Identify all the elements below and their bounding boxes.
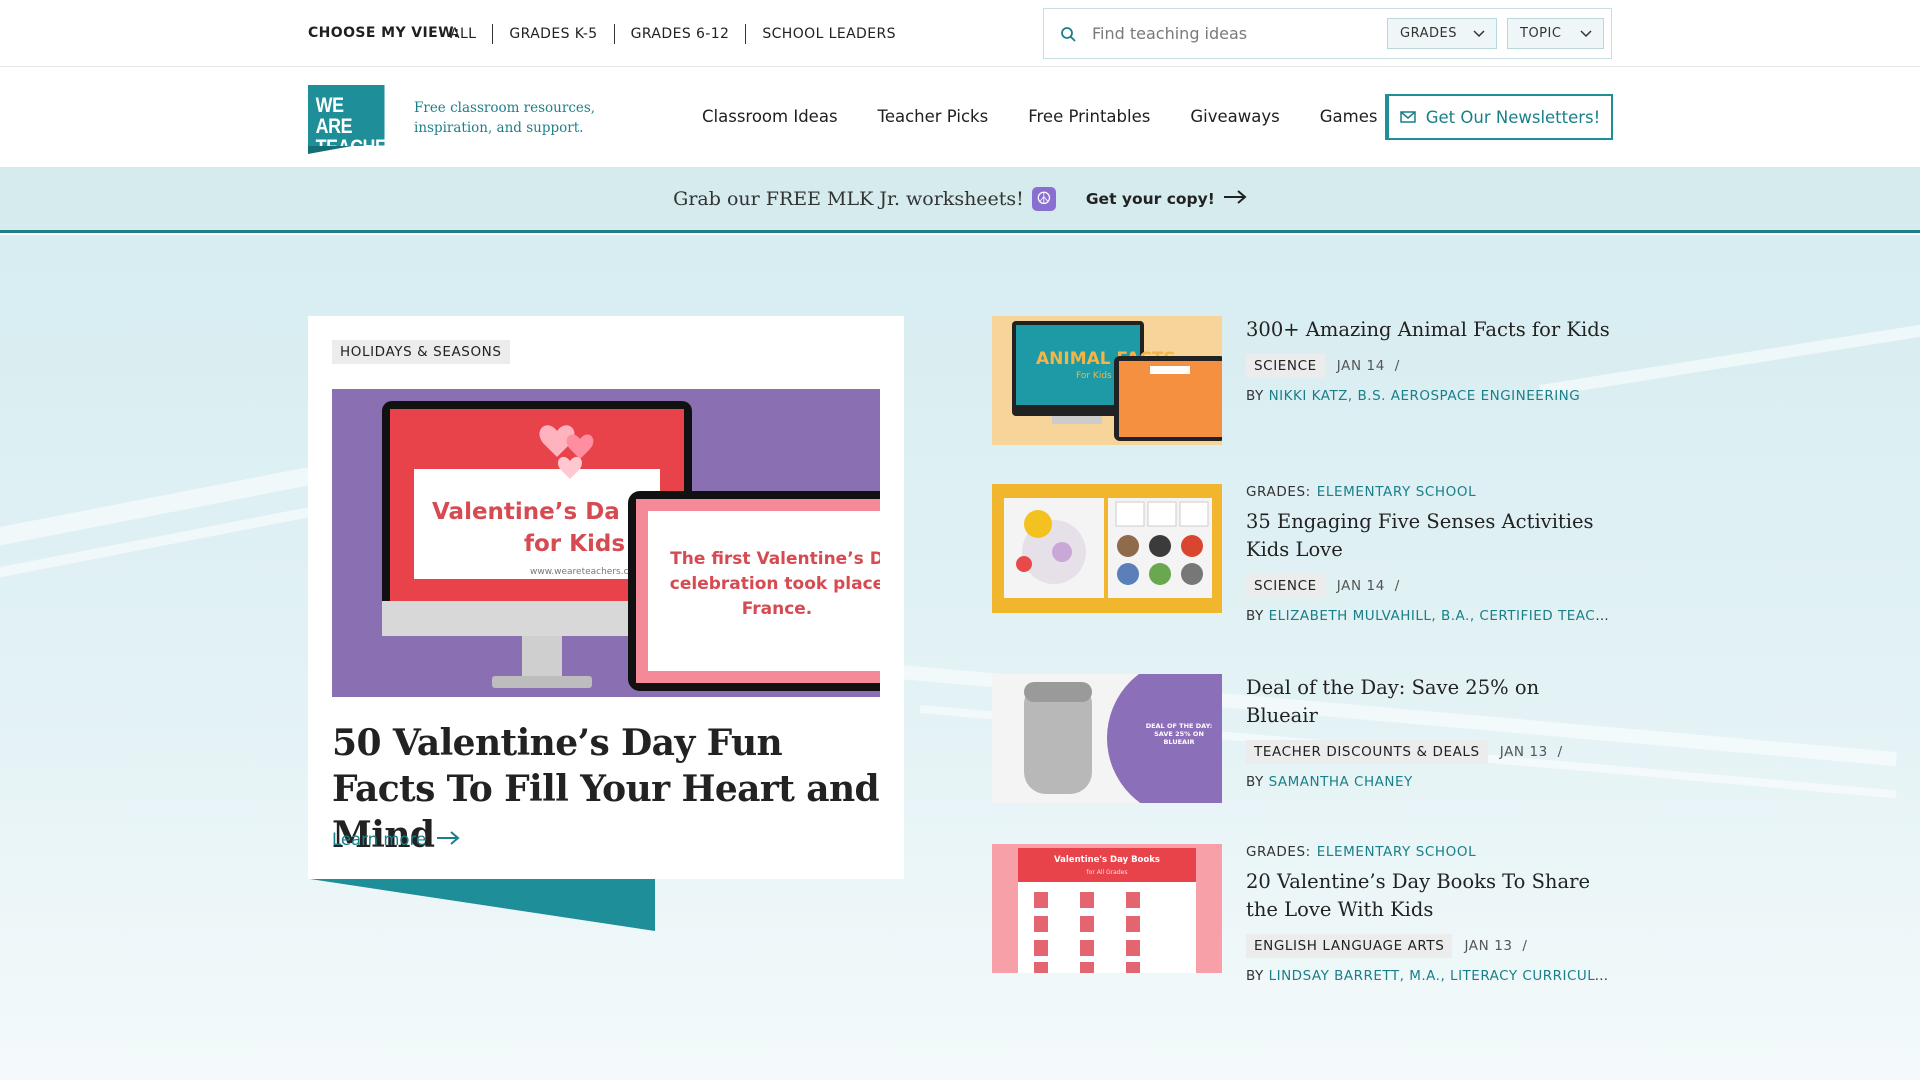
article-date: JAN 14 / <box>1336 578 1400 594</box>
author-link[interactable]: SAMANTHA CHANEY <box>1269 774 1413 790</box>
article-category-tag[interactable]: ENGLISH LANGUAGE ARTS <box>1246 934 1453 958</box>
article-category-tag[interactable]: SCIENCE <box>1246 354 1325 378</box>
logo-line-1: WE ARE <box>315 94 353 138</box>
author-link[interactable]: NIKKI KATZ, B.S. AEROSPACE ENGINEERING <box>1269 388 1581 404</box>
article-meta: SCIENCE JAN 14 / <box>1246 574 1614 598</box>
grade-link[interactable]: ELEMENTARY SCHOOL <box>1317 484 1476 500</box>
grade-link[interactable]: ELEMENTARY SCHOOL <box>1317 844 1476 860</box>
monitor-text-2: for Kids <box>524 531 625 557</box>
view-grades-k5-link[interactable]: GRADES K-5 <box>492 24 613 44</box>
logo-ribbon <box>308 146 352 154</box>
article-category-tag[interactable]: TEACHER DISCOUNTS & DEALS <box>1246 740 1488 764</box>
view-grades-6-12-link[interactable]: GRADES 6-12 <box>613 24 746 44</box>
author-link[interactable]: ELIZABETH MULVAHILL, B.A., CERTIFIED TEA… <box>1269 608 1614 624</box>
article-body: 300+ Amazing Animal Facts for Kids SCIEN… <box>1246 316 1614 404</box>
search-input[interactable] <box>1092 24 1412 43</box>
tablet-text: The first Valentine’s D celebration took… <box>669 549 880 619</box>
chevron-down-icon <box>1579 27 1593 45</box>
article-author: BY LINDSAY BARRETT, M.A., LITERACY CURRI… <box>1246 968 1614 984</box>
view-switcher: ALL GRADES K-5 GRADES 6-12 SCHOOL LEADER… <box>450 22 912 46</box>
content-area: HOLIDAYS & SEASONS Valentine’s Da for Ki… <box>0 235 1920 1080</box>
article-thumbnail[interactable]: DEAL OF THE DAY: SAVE 25% ON BLUEAIR <box>992 674 1222 803</box>
view-all-link[interactable]: ALL <box>450 24 492 44</box>
nav-free-printables[interactable]: Free Printables <box>1028 107 1150 126</box>
promo-text: Grab our FREE MLK Jr. worksheets! <box>673 188 1024 210</box>
newsletter-button[interactable]: Get Our Newsletters! <box>1385 94 1613 140</box>
utility-bar: CHOOSE MY VIEW: ALL GRADES K-5 GRADES 6-… <box>0 0 1920 67</box>
site-logo[interactable]: WE ARE TEACHERS <box>308 85 411 158</box>
nav-teacher-picks[interactable]: Teacher Picks <box>878 107 989 126</box>
promo-cta-label: Get your copy! <box>1085 190 1215 208</box>
topic-filter-label: TOPIC <box>1520 26 1562 41</box>
article-date: JAN 14 / <box>1336 358 1400 374</box>
thumb-subtitle: For Kids <box>1076 371 1112 381</box>
article-meta: SCIENCE JAN 14 / <box>1246 354 1614 378</box>
peace-icon: ☮ <box>1031 187 1056 211</box>
search-box: GRADES TOPIC <box>1043 8 1612 59</box>
monitor-url: www.weareteachers.com <box>530 567 643 577</box>
chevron-down-icon <box>1472 27 1486 45</box>
arrow-right-icon <box>436 830 460 849</box>
promo-cta-link[interactable]: Get your copy! <box>1086 190 1247 208</box>
valentines-illustration: Valentine’s Da for Kids www.weareteacher… <box>332 389 880 697</box>
article-meta: TEACHER DISCOUNTS & DEALS JAN 13 / <box>1246 740 1614 764</box>
article-title[interactable]: 35 Engaging Five Senses Activities Kids … <box>1246 508 1614 564</box>
article-thumbnail[interactable]: Valentine's Day Books for All Grades <box>992 844 1222 973</box>
nav-classroom-ideas[interactable]: Classroom Ideas <box>702 107 838 126</box>
article-meta: ENGLISH LANGUAGE ARTS JAN 13 / <box>1246 934 1614 958</box>
article-author: BY ELIZABETH MULVAHILL, B.A., CERTIFIED … <box>1246 608 1614 624</box>
promo-banner: Grab our FREE MLK Jr. worksheets! ☮ Get … <box>0 168 1920 233</box>
article-title[interactable]: 300+ Amazing Animal Facts for Kids <box>1246 316 1614 344</box>
article-grades: GRADES: ELEMENTARY SCHOOL <box>1246 844 1477 860</box>
feature-card-ribbon <box>310 879 655 931</box>
article-category-tag[interactable]: SCIENCE <box>1246 574 1325 598</box>
article-title[interactable]: Deal of the Day: Save 25% on Blueair <box>1246 674 1614 730</box>
topic-filter-dropdown[interactable]: TOPIC <box>1507 18 1604 49</box>
thumb-subtitle: for All Grades <box>1087 869 1128 876</box>
nav-games[interactable]: Games <box>1320 107 1378 126</box>
article-grades: GRADES: ELEMENTARY SCHOOL <box>1246 484 1477 500</box>
article-thumbnail[interactable] <box>992 484 1222 613</box>
envelope-icon <box>1399 108 1416 127</box>
featured-article-card[interactable]: HOLIDAYS & SEASONS Valentine’s Da for Ki… <box>308 316 904 879</box>
article-author: BY NIKKI KATZ, B.S. AEROSPACE ENGINEERIN… <box>1246 388 1581 404</box>
article-thumbnail[interactable]: ANIMAL FACTS For Kids <box>992 316 1222 445</box>
main-nav: Classroom Ideas Teacher Picks Free Print… <box>702 107 1377 126</box>
newsletter-label: Get Our Newsletters! <box>1425 107 1601 127</box>
thumb-deal-text: DEAL OF THE DAY: SAVE 25% ON BLUEAIR <box>1145 722 1213 746</box>
grades-filter-dropdown[interactable]: GRADES <box>1387 18 1497 49</box>
choose-view-label: CHOOSE MY VIEW: <box>308 25 460 41</box>
article-author: BY SAMANTHA CHANEY <box>1246 774 1413 790</box>
grades-filter-label: GRADES <box>1400 26 1457 41</box>
thumb-title: Valentine's Day Books <box>1054 855 1160 865</box>
monitor-text-1: Valentine’s Da <box>432 499 620 525</box>
article-date: JAN 13 / <box>1499 744 1563 760</box>
article-body: Deal of the Day: Save 25% on Blueair TEA… <box>1246 674 1614 790</box>
learn-more-link[interactable]: Learn more <box>332 830 460 849</box>
article-date: JAN 13 / <box>1464 938 1528 954</box>
main-header: WE ARE TEACHERS Free classroom resources… <box>0 67 1920 168</box>
article-body: GRADES: ELEMENTARY SCHOOL 20 Valentine’s … <box>1246 844 1614 984</box>
arrow-right-icon <box>1223 190 1247 208</box>
article-title[interactable]: 20 Valentine’s Day Books To Share the Lo… <box>1246 868 1614 924</box>
featured-article-image[interactable]: Valentine’s Da for Kids www.weareteacher… <box>332 389 880 697</box>
site-tagline: Free classroom resources, inspiration, a… <box>414 100 596 136</box>
article-body: GRADES: ELEMENTARY SCHOOL 35 Engaging Fiv… <box>1246 484 1614 624</box>
search-icon[interactable] <box>1044 26 1092 42</box>
view-school-leaders-link[interactable]: SCHOOL LEADERS <box>745 24 912 44</box>
learn-more-label: Learn more <box>332 830 427 849</box>
featured-category-tag[interactable]: HOLIDAYS & SEASONS <box>332 340 510 364</box>
nav-giveaways[interactable]: Giveaways <box>1190 107 1279 126</box>
author-link[interactable]: LINDSAY BARRETT, M.A., LITERACY CURRICUL… <box>1269 968 1614 984</box>
promo-text-wrap: Grab our FREE MLK Jr. worksheets! ☮ <box>673 187 1056 211</box>
